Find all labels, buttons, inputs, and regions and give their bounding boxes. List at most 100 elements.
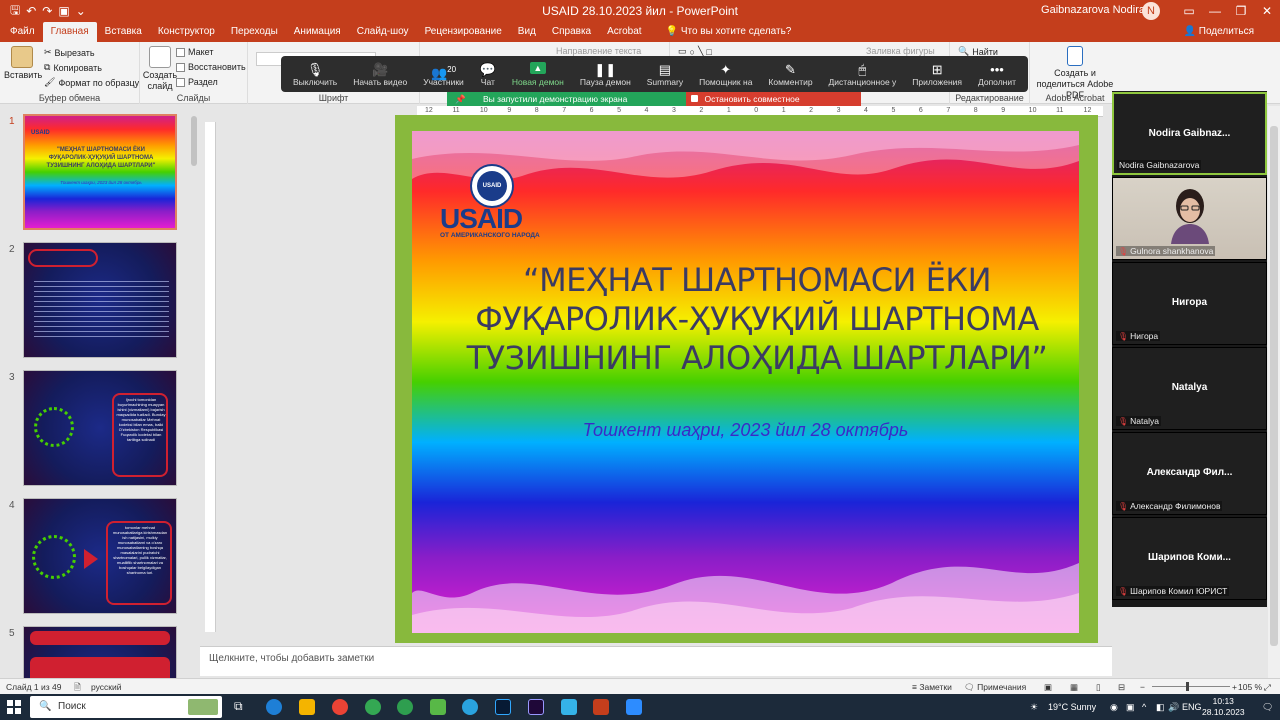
chrome-icon[interactable] xyxy=(332,699,348,715)
zoom-slider-thumb[interactable] xyxy=(1186,682,1189,691)
text-direction-button[interactable]: Направление текста xyxy=(556,46,641,56)
remote-control-button[interactable]: 🖱 Дистанционное у xyxy=(829,62,897,87)
zoom-level[interactable]: 105 % xyxy=(1238,682,1262,692)
tab-insert[interactable]: Вставка xyxy=(97,22,150,42)
notification-icon[interactable]: 🗨 xyxy=(1262,694,1273,720)
tab-review[interactable]: Рецензирование xyxy=(417,22,510,42)
slide-canvas[interactable]: USAID USAID ОТ АМЕРИКАНСКОГО НАРОДА “МЕҲ… xyxy=(412,131,1079,633)
slideshow-view-icon[interactable]: ⊟ xyxy=(1118,682,1125,693)
participant-tile[interactable]: 🎙 Gulnora shankhanova xyxy=(1112,177,1267,260)
zoom-out-icon[interactable]: − xyxy=(1140,682,1145,692)
tab-acrobat[interactable]: Acrobat xyxy=(599,22,649,42)
tell-me-input[interactable]: 💡 Что вы хотите сделать? xyxy=(650,22,792,42)
windows-start-icon[interactable] xyxy=(0,694,28,720)
tab-slideshow[interactable]: Слайд-шоу xyxy=(349,22,417,42)
share-button[interactable]: 👤 Поделиться xyxy=(1184,22,1254,42)
section-button[interactable]: Раздел xyxy=(176,77,218,87)
scrollbar-thumb[interactable] xyxy=(1270,126,1278,646)
chrome-profile-icon[interactable] xyxy=(365,699,381,715)
normal-view-icon[interactable]: ▣ xyxy=(1044,682,1052,693)
notes-toggle[interactable]: ≡ Заметки xyxy=(912,682,952,692)
fit-slide-icon[interactable]: ⤢ xyxy=(1264,682,1271,693)
reading-view-icon[interactable]: ▯ xyxy=(1096,682,1101,693)
weather-icon[interactable]: ☀ xyxy=(1030,694,1038,720)
tab-view[interactable]: Вид xyxy=(510,22,544,42)
stop-share-button[interactable]: Остановить совместное использование xyxy=(686,92,861,118)
thumbnail-slide-4[interactable]: 4 tomonlar mehnat munosabatlariga kirish… xyxy=(6,498,196,620)
tab-transitions[interactable]: Переходы xyxy=(223,22,286,42)
zoom-in-icon[interactable]: + xyxy=(1232,682,1237,692)
tab-animations[interactable]: Анимация xyxy=(286,22,349,42)
ribbon-display-icon[interactable]: ▭ xyxy=(1176,0,1202,22)
zoom-tray-icon[interactable]: ◉ xyxy=(1110,694,1118,720)
layout-button[interactable]: Макет xyxy=(176,47,213,57)
minimize-icon[interactable]: — xyxy=(1202,0,1228,22)
network-icon[interactable]: ◧ xyxy=(1156,694,1165,720)
powerpoint-icon[interactable] xyxy=(593,699,609,715)
clover-app-icon[interactable] xyxy=(430,699,446,715)
paste-button[interactable]: Вставить xyxy=(4,46,42,81)
summary-button[interactable]: ▤ Summary xyxy=(647,62,683,87)
redo-icon[interactable]: ↷ xyxy=(42,4,52,18)
thumbnails-scrollbar[interactable] xyxy=(190,106,198,678)
slide-subtitle[interactable]: Тошкент шаҳри, 2023 йил 28 октябрь xyxy=(412,420,1079,441)
start-video-button[interactable]: 🎥 Начать видео xyxy=(353,62,407,87)
task-view-icon[interactable]: ⧉ xyxy=(234,699,250,715)
participant-tile[interactable]: Natalya 🎙 Natalya xyxy=(1112,347,1267,430)
user-name[interactable]: Gaibnazarova Nodira xyxy=(1041,4,1145,16)
new-share-button[interactable]: ▲ Новая демон xyxy=(512,61,564,87)
participants-button[interactable]: 👥20 Участники xyxy=(423,62,464,87)
tab-help[interactable]: Справка xyxy=(544,22,599,42)
volume-icon[interactable]: 🔊 xyxy=(1168,694,1179,720)
premiere-icon[interactable] xyxy=(528,699,544,715)
file-explorer-icon[interactable] xyxy=(299,699,315,715)
thumbnail-slide-1[interactable]: 1 USAID "МЕҲНАТ ШАРТНОМАСИ ЁКИ ФУҚАРОЛИК… xyxy=(6,114,196,236)
format-painter-button[interactable]: 🖌 Формат по образцу xyxy=(44,77,139,88)
pause-share-button[interactable]: ❚❚ Пауза демон xyxy=(580,62,631,87)
taskbar-search[interactable]: 🔍 Поиск xyxy=(30,696,222,718)
tab-file[interactable]: Файл xyxy=(2,22,43,42)
cut-button[interactable]: ✂ Вырезать xyxy=(44,47,95,58)
undo-icon[interactable]: ↶ xyxy=(26,4,36,18)
telegram-icon[interactable] xyxy=(462,699,478,715)
start-slideshow-icon[interactable]: ▣ xyxy=(58,4,69,18)
scrollbar-thumb[interactable] xyxy=(191,116,197,166)
mute-button[interactable]: 🎙 Выключить xyxy=(293,62,337,87)
tray-app-icon[interactable]: ▣ xyxy=(1126,694,1135,720)
language-indicator[interactable]: русский xyxy=(91,682,122,692)
edge-icon[interactable] xyxy=(266,699,282,715)
ai-companion-button[interactable]: ✦ Помощник на xyxy=(699,62,752,87)
slide-sorter-icon[interactable]: ▦ xyxy=(1070,682,1078,693)
copy-button[interactable]: ⧉ Копировать xyxy=(44,62,102,73)
language-tray[interactable]: ENG xyxy=(1182,694,1202,720)
chevron-up-icon[interactable]: ^ xyxy=(1142,694,1146,720)
shape-fill-button[interactable]: Заливка фигуры xyxy=(866,46,935,56)
apps-button[interactable]: ⊞ Приложения xyxy=(912,62,962,87)
participant-tile[interactable]: Nodira Gaibnaz... Nodira Gaibnazarova xyxy=(1112,92,1267,175)
avatar[interactable]: N xyxy=(1142,2,1160,20)
app-icon[interactable] xyxy=(561,699,577,715)
weather-text[interactable]: 19°C Sunny xyxy=(1048,694,1096,720)
tab-home[interactable]: Главная xyxy=(42,22,97,42)
participant-tile[interactable]: Шарипов Коми... 🎙 Шарипов Комил ЮРИСТ xyxy=(1112,517,1267,600)
notes-pane[interactable]: Щелкните, чтобы добавить заметки xyxy=(200,646,1112,676)
tab-design[interactable]: Конструктор xyxy=(150,22,223,42)
new-slide-button[interactable]: Создать слайд xyxy=(142,46,178,92)
thumbnail-slide-2[interactable]: 2 xyxy=(6,242,196,364)
chat-button[interactable]: 💬 Чат xyxy=(480,62,496,87)
reset-button[interactable]: Восстановить xyxy=(176,62,246,72)
save-icon[interactable]: 🖫 xyxy=(10,1,20,22)
annotate-button[interactable]: ✎ Комментир xyxy=(768,62,812,87)
editor-scrollbar[interactable] xyxy=(1268,106,1280,678)
participant-tile[interactable]: Нигора 🎙 Нигора xyxy=(1112,262,1267,345)
slide-title[interactable]: “МЕҲНАТ ШАРТНОМАСИ ЁКИ ФУҚАРОЛИК-ҲУҚУҚИЙ… xyxy=(462,261,1052,378)
photoshop-icon[interactable] xyxy=(495,699,511,715)
customize-icon[interactable]: ⌄ xyxy=(76,4,86,18)
comments-toggle[interactable]: 🗨 Примечания xyxy=(964,682,1026,693)
maximize-icon[interactable]: ❐ xyxy=(1228,0,1254,22)
thumbnail-slide-3[interactable]: 3 Ijrochi tomonidan buyurtmachining muay… xyxy=(6,370,196,492)
zoom-icon[interactable] xyxy=(626,699,642,715)
participant-tile[interactable]: Александр Фил... 🎙 Александр Филимонов xyxy=(1112,432,1267,515)
chrome-profile-2-icon[interactable] xyxy=(397,699,413,715)
close-icon[interactable]: ✕ xyxy=(1254,0,1280,22)
